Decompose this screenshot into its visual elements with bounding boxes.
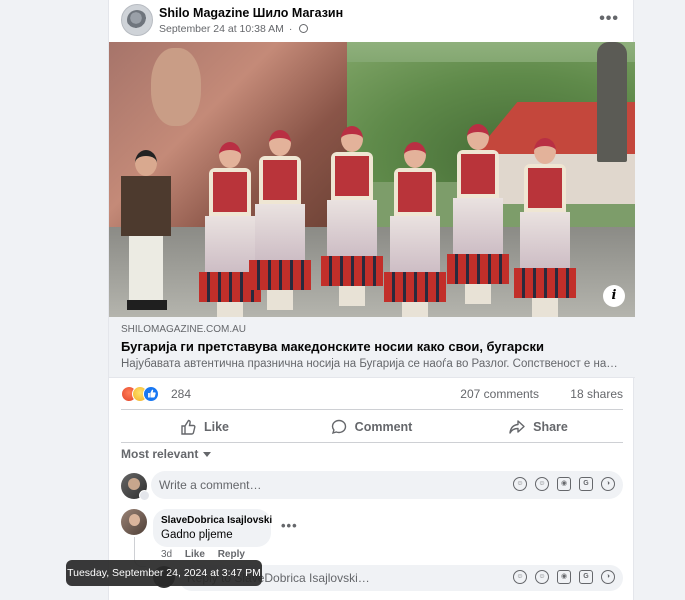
- avatar-sticker-icon[interactable]: ☺: [513, 570, 527, 584]
- comment-author-avatar[interactable]: [121, 509, 147, 535]
- comment-composer: ☺ ☺ ◉ G ◑: [151, 471, 623, 499]
- post-timestamp[interactable]: September 24 at 10:38 AM ·: [159, 23, 309, 35]
- comment-button[interactable]: Comment: [288, 412, 455, 442]
- post-stats: 284 207 comments 18 shares: [121, 384, 623, 404]
- globe-icon: [299, 24, 309, 33]
- shares-count[interactable]: 18 shares: [570, 387, 623, 401]
- comment-meta: 3d Like Reply: [161, 549, 255, 560]
- more-options-button[interactable]: •••: [599, 10, 619, 28]
- like-label: Like: [203, 420, 229, 434]
- gif-icon[interactable]: G: [579, 477, 593, 491]
- comment-like-button[interactable]: Like: [185, 549, 205, 560]
- info-icon[interactable]: i: [603, 285, 625, 307]
- gif-icon[interactable]: G: [579, 570, 593, 584]
- post-card: Shilo Magazine Шило Магазин September 24…: [108, 0, 635, 600]
- like-reaction-icon: [143, 386, 159, 402]
- emoji-icon[interactable]: ☺: [535, 570, 549, 584]
- camera-icon[interactable]: ◉: [557, 570, 571, 584]
- caret-down-icon: [203, 452, 212, 457]
- share-button[interactable]: Share: [455, 412, 622, 442]
- emoji-icon[interactable]: ☺: [535, 477, 549, 491]
- link-title[interactable]: Бугарија ги претставува македонските нос…: [121, 339, 544, 354]
- timestamp-text[interactable]: September 24 at 10:38 AM: [159, 23, 284, 35]
- divider: [121, 409, 623, 410]
- reaction-icons[interactable]: [121, 386, 169, 402]
- dancer: [249, 130, 311, 310]
- sort-label: Most relevant: [121, 447, 199, 461]
- link-description: Најубавата автентична празнична носија н…: [121, 358, 618, 370]
- comment-text: Gadno pljeme: [161, 529, 233, 541]
- thumbs-up-icon: [181, 419, 196, 435]
- comment-age[interactable]: 3d: [161, 549, 172, 560]
- link-domain: SHILOMAGAZINE.COM.AU: [121, 324, 247, 335]
- comment-author[interactable]: SlaveDobrica Isajlovski: [161, 515, 272, 526]
- comment-more-button[interactable]: •••: [281, 518, 298, 533]
- dancer: [447, 124, 509, 304]
- comment-reply-button[interactable]: Reply: [218, 549, 245, 560]
- timestamp-tooltip: Tuesday, September 24, 2024 at 3:47 PM: [66, 560, 262, 586]
- comment-icon: [331, 419, 346, 435]
- post-header: Shilo Magazine Шило Магазин September 24…: [109, 0, 635, 42]
- dancer: [321, 126, 383, 306]
- page-avatar[interactable]: [121, 4, 153, 36]
- statue: [597, 42, 627, 162]
- sticker-icon[interactable]: ◑: [601, 477, 615, 491]
- like-button[interactable]: Like: [121, 412, 288, 442]
- share-icon: [509, 420, 525, 434]
- dancer: [384, 142, 446, 317]
- comment-sort-dropdown[interactable]: Most relevant: [121, 447, 212, 461]
- comment-bubble: SlaveDobrica Isajlovski Gadno pljeme: [153, 509, 272, 547]
- share-label: Share: [533, 420, 568, 434]
- dancer: [514, 138, 576, 317]
- reaction-count[interactable]: 284: [171, 387, 191, 401]
- composer-tools: ☺ ☺ ◉ G ◑: [513, 477, 615, 493]
- avatar-sticker-icon[interactable]: ☺: [513, 477, 527, 491]
- comment-label: Comment: [354, 420, 413, 434]
- comment-input[interactable]: [159, 476, 459, 494]
- camera-icon[interactable]: ◉: [557, 477, 571, 491]
- comments-count[interactable]: 207 comments: [460, 387, 539, 401]
- sticker-icon[interactable]: ◑: [601, 570, 615, 584]
- male-dancer: [115, 150, 177, 310]
- page-name[interactable]: Shilo Magazine Шило Магазин: [159, 6, 343, 20]
- divider: [121, 442, 623, 443]
- action-bar: Like Comment Share: [121, 412, 623, 442]
- link-preview[interactable]: SHILOMAGAZINE.COM.AU Бугарија ги претста…: [109, 317, 635, 378]
- post-photo[interactable]: i: [109, 42, 635, 317]
- profile-switch-icon[interactable]: [139, 490, 150, 501]
- reply-tools: ☺ ☺ ◉ G ◑: [513, 570, 615, 586]
